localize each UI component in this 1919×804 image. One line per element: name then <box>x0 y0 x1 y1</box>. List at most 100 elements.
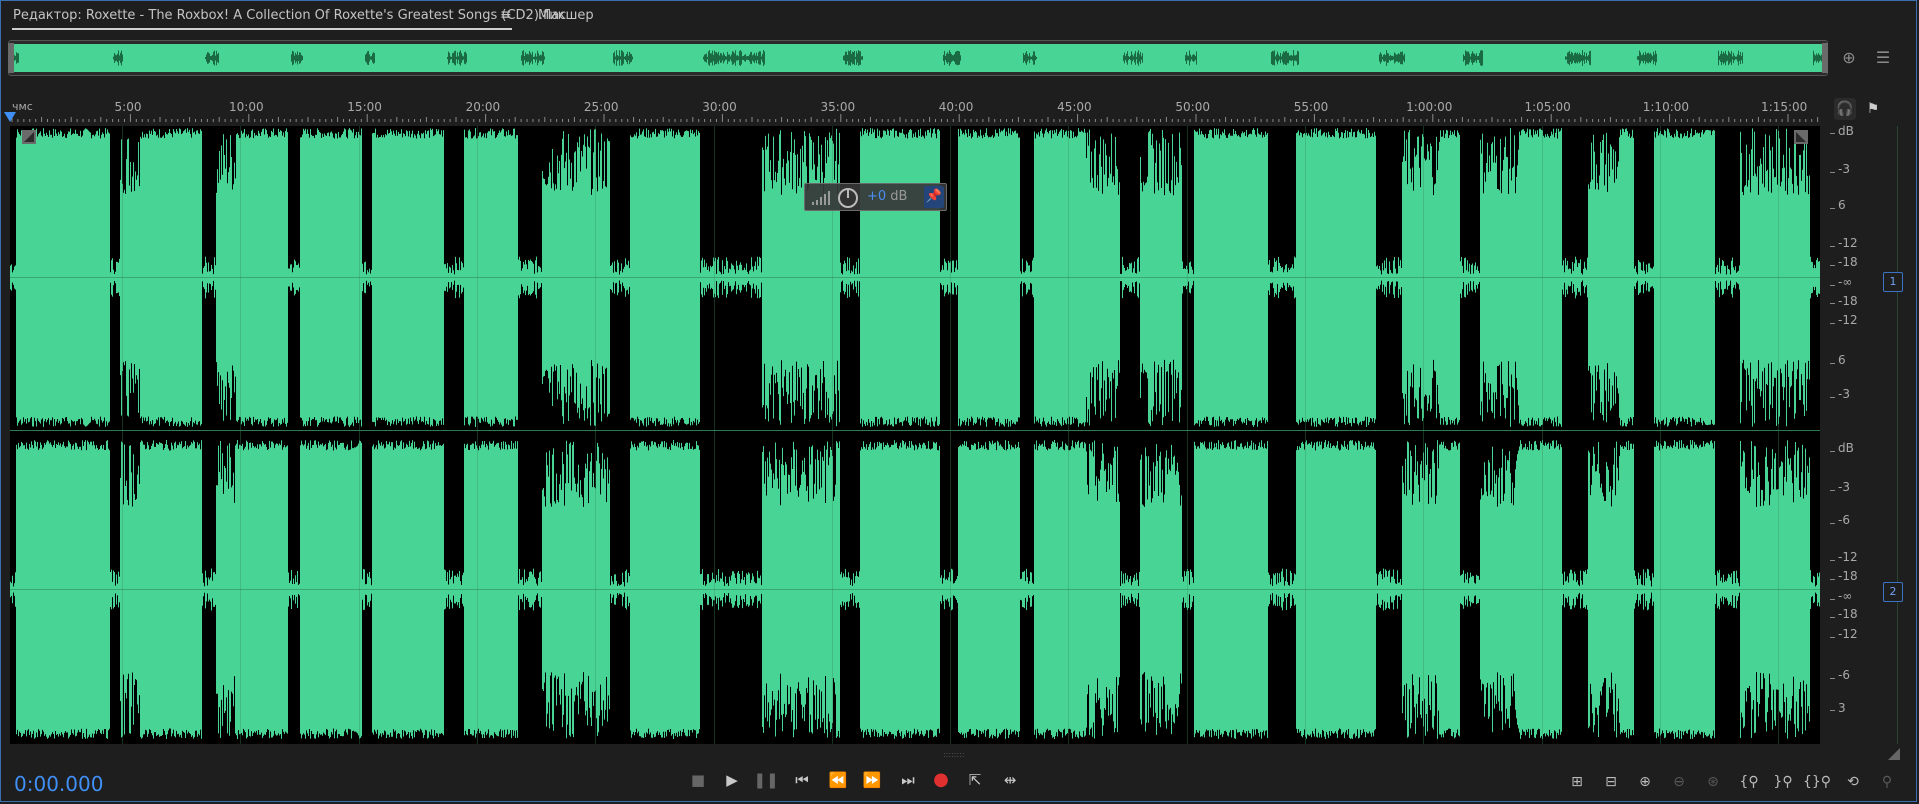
playhead-marker[interactable] <box>4 112 16 122</box>
ruler-label: 1:15:00 <box>1761 100 1808 114</box>
fade-in-handle-left[interactable] <box>22 130 36 144</box>
grid-line <box>950 126 952 744</box>
stop-icon[interactable]: ■ <box>684 766 712 794</box>
record-icon[interactable]: ● <box>927 766 955 794</box>
grid-line <box>1186 126 1188 744</box>
db-label: -12 <box>1838 627 1858 642</box>
zoom-reset-icon[interactable]: ⚲ <box>1872 768 1902 796</box>
ruler-label: 40:00 <box>938 100 974 114</box>
channel-2-badge[interactable]: 2 <box>1883 582 1903 602</box>
zoom-out-amplitude-icon[interactable]: ⊟ <box>1596 768 1626 796</box>
tab-mixer[interactable]: Микшер <box>538 8 594 23</box>
grid-line <box>358 126 360 744</box>
time-ruler[interactable]: чмс 5:00 10:00 15:00 20:00 25:00 30:00 35:00 40… <box>8 96 1828 122</box>
db-label: -6 <box>1838 668 1850 683</box>
grid-line <box>595 126 597 744</box>
zoom-out-time-icon[interactable]: ⊖ <box>1664 768 1694 796</box>
db-label: -12 <box>1838 550 1858 565</box>
db-label: 3 <box>1838 700 1846 715</box>
db-label: -12 <box>1838 313 1858 328</box>
ruler-label: 20:00 <box>465 100 501 114</box>
grid-line <box>122 126 123 744</box>
pause-icon[interactable]: ❚❚ <box>752 766 780 794</box>
channel-1-waveform[interactable] <box>10 128 1820 427</box>
db-tick <box>1830 578 1835 580</box>
ruler-ticks <box>11 114 1819 122</box>
grid-line <box>1423 126 1425 744</box>
channel-2-waveform-svg <box>10 440 1820 739</box>
ruler-label: 50:00 <box>1175 100 1210 114</box>
db-tick <box>1830 207 1835 209</box>
ruler-label: 1:10:00 <box>1642 100 1690 114</box>
skip-to-end-icon[interactable]: ⏭ <box>894 766 922 794</box>
hud-volume-value[interactable]: +0 dB <box>867 189 907 204</box>
db-tick <box>1830 598 1835 600</box>
display-options-icon[interactable]: ☰ <box>1872 47 1894 69</box>
ruler-label: 10:00 <box>229 100 264 114</box>
db-label: -18 <box>1838 293 1858 308</box>
headphones-icon[interactable]: 🎧 <box>1834 98 1856 120</box>
overview-left-handle[interactable] <box>8 43 14 73</box>
knob-icon[interactable] <box>837 187 859 209</box>
tab-editor[interactable]: Редактор: Roxette - The Roxbox! A Collec… <box>13 8 566 23</box>
pin-icon[interactable]: 📌 <box>924 186 944 208</box>
waveform-display[interactable] <box>10 126 1898 744</box>
zoom-to-playhead-icon[interactable]: ⟲ <box>1838 768 1868 796</box>
skip-selection-icon[interactable]: ⇹ <box>996 766 1024 794</box>
db-label: dB <box>1838 441 1854 456</box>
grid-line <box>240 126 242 744</box>
skip-to-start-icon[interactable]: ⏮ <box>788 766 816 794</box>
panel-tabs: Редактор: Roxette - The Roxbox! A Collec… <box>0 0 1919 34</box>
db-tick <box>1830 396 1835 398</box>
zoom-selection-icon[interactable]: ⊛ <box>1698 768 1728 796</box>
grid-line <box>1778 126 1780 744</box>
grid-line <box>1068 126 1070 744</box>
db-label: -18 <box>1838 569 1858 584</box>
level-meter-icon <box>812 191 830 205</box>
db-tick <box>1830 523 1835 525</box>
hud-volume-control[interactable]: +0 dB 📌 <box>804 183 947 211</box>
rewind-icon[interactable]: ⏪ <box>824 766 852 794</box>
db-label: -3 <box>1838 479 1850 494</box>
vertical-resize-grip[interactable]: :::::::: <box>943 750 979 759</box>
zoom-in-right-icon[interactable]: }⚲ <box>1768 768 1798 796</box>
db-scale[interactable]: dB -3 6 -12 -18 -∞ -18 -12 6 -3 dB -3 -6 -12 -18 -∞ -18 -… <box>1830 124 1890 744</box>
zoom-navigator-icon[interactable]: ⊕ <box>1838 47 1860 69</box>
db-label: -∞ <box>1838 588 1853 603</box>
db-label: -18 <box>1838 607 1858 622</box>
zoom-in-amplitude-icon[interactable]: ⊞ <box>1562 768 1592 796</box>
db-tick <box>1830 303 1835 305</box>
resize-corner-icon[interactable] <box>1888 748 1900 760</box>
channel-2-waveform[interactable] <box>10 440 1820 739</box>
channel-1-waveform-svg <box>10 128 1820 427</box>
db-tick <box>1830 678 1835 680</box>
db-tick <box>1830 171 1835 173</box>
db-tick <box>1830 133 1835 135</box>
db-tick <box>1830 363 1835 365</box>
grid-line <box>831 126 833 744</box>
zoom-out-full-icon[interactable]: {}⚲ <box>1802 768 1832 796</box>
fade-out-handle-right[interactable] <box>1794 130 1808 144</box>
zoom-in-time-icon[interactable]: ⊕ <box>1630 768 1660 796</box>
db-label: -18 <box>1838 255 1858 270</box>
ruler-label: 35:00 <box>820 100 856 114</box>
current-time-display[interactable]: 0:00.000 <box>14 772 103 796</box>
ruler-label: 1:05:00 <box>1524 100 1571 114</box>
grid-line <box>1896 126 1898 744</box>
channel-1-badge[interactable]: 1 <box>1883 272 1903 292</box>
channel-divider <box>10 430 1820 431</box>
active-tab-underline <box>12 28 512 30</box>
grid-line <box>1305 126 1306 744</box>
panel-menu-icon[interactable]: ≡ <box>500 7 512 23</box>
marker-pin-icon[interactable]: ⚑ <box>1862 98 1884 120</box>
zoom-in-left-icon[interactable]: {⚲ <box>1734 768 1764 796</box>
db-tick <box>1830 323 1835 325</box>
db-tick <box>1830 637 1835 639</box>
loop-playback-icon[interactable]: ⇱ <box>961 766 989 794</box>
overview-right-handle[interactable] <box>1822 43 1828 73</box>
db-tick <box>1830 451 1835 453</box>
fast-forward-icon[interactable]: ⏩ <box>858 766 886 794</box>
overview-navigator[interactable] <box>8 40 1828 76</box>
play-icon[interactable]: ▶ <box>718 766 746 794</box>
overview-waveform-svg <box>13 44 1823 72</box>
